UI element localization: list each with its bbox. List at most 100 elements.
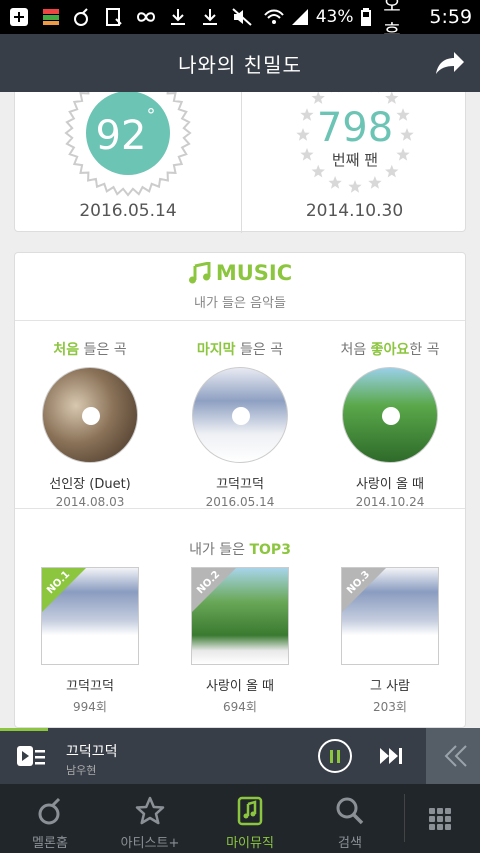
download-icon [167,6,189,28]
nav-label: 아티스트+ [120,836,180,851]
label-prefix: 처음 [340,342,371,358]
my-music-icon [237,796,263,826]
song-date: 2016.05.14 [205,495,275,509]
album-cover[interactable]: NO.1 [41,567,139,665]
first-listened[interactable]: 처음 들은 곡 선인장 (Duet) 2014.08.03 [15,339,165,509]
nav-label: 마이뮤직 [226,836,274,851]
fan-number: 798 [317,105,393,151]
battery-icon [360,8,371,26]
signal-icon [292,9,309,25]
first-liked[interactable]: 처음 좋아요한 곡 사랑이 올 때 2014.10.24 [315,339,465,509]
menu-button[interactable] [405,784,475,853]
song-date: 2014.08.03 [55,495,125,509]
top3-heading: 내가 들은 TOP3 [189,542,291,558]
clock: 5:59 [429,6,473,28]
last-listened[interactable]: 마지막 들은 곡 끄덕끄덕 2016.05.14 [165,339,315,509]
collapse-button[interactable] [426,728,480,784]
nav-search[interactable]: 검색 [300,784,400,853]
bottom-nav: 멜론홈 아티스트+ 마이뮤직 검색 [0,784,480,853]
song-title: 끄덕끄덕 [216,477,264,492]
song-title: 끄덕끄덕 [66,679,114,694]
battery-percent: 43% [315,7,354,27]
melon-icon [72,6,94,28]
label-rest: 들은 곡 [235,342,284,358]
fan-date: 2014.10.30 [305,201,404,221]
melon-home-icon [38,797,61,825]
song-title: 선인장 (Duet) [49,477,131,492]
grid-menu-icon [429,808,451,830]
progress-bar[interactable] [0,728,48,731]
star-icon [300,147,314,161]
fan-number-panel: 798 번째 팬 2014.10.30 [241,92,467,233]
nav-label: 멜론홈 [32,836,68,851]
mute-icon [231,6,253,28]
label-highlight: 마지막 [196,342,236,358]
now-playing-title[interactable]: 끄덕끄덕 [66,741,118,761]
next-track-icon[interactable] [378,746,404,766]
music-subtitle: 내가 들은 음악들 [194,296,286,311]
search-icon [336,797,364,825]
star-icon [311,164,325,178]
page-title: 나와의 친밀도 [178,52,302,77]
share-icon[interactable] [432,48,466,78]
status-bar: 43% 오후 5:59 [0,0,480,43]
add-icon [8,6,30,28]
album-disc[interactable] [42,367,138,463]
first-last-row: 처음 들은 곡 선인장 (Duet) 2014.08.03 마지막 들은 곡 끄… [15,339,465,509]
play-count: 694회 [223,700,257,714]
star-icon [296,128,310,141]
intimacy-score: 92 [96,113,147,159]
nav-artist-plus[interactable]: 아티스트+ [100,784,200,853]
label-highlight: 처음 [53,342,80,358]
download-icon [199,6,221,28]
star-icon [311,92,325,104]
app-icon [40,6,62,28]
top3-item-1[interactable]: NO.1 끄덕끄덕 994회 [15,567,165,715]
intimacy-score-date: 2016.05.14 [79,201,177,221]
pause-button[interactable] [318,739,352,773]
album-cover[interactable]: NO.3 [341,567,439,665]
intimacy-card: 92 ° 2016.05.14 798 번째 팬 2014.10.30 [14,92,467,233]
song-title: 사랑이 올 때 [355,477,425,492]
top3-item-2[interactable]: NO.2 사랑이 올 때 694회 [165,567,315,715]
album-disc[interactable] [342,367,438,463]
play-count: 994회 [73,700,107,714]
star-icon [400,128,414,141]
song-date: 2014.10.24 [355,495,425,509]
star-icon [328,176,342,189]
label-rest: 들은 곡 [79,342,127,358]
title-bar: 나와의 친밀도 [0,34,480,92]
music-card: MUSIC 내가 들은 음악들 처음 들은 곡 선인장 (Duet) 2014.… [14,252,466,728]
top3-item-3[interactable]: NO.3 그 사람 203회 [315,567,465,715]
fan-badge: 798 번째 팬 [296,92,414,193]
nav-my-music[interactable]: 마이뮤직 [200,784,300,853]
song-title: 그 사람 [369,679,410,694]
label-rest: 한 곡 [409,342,440,358]
content-area[interactable]: 92 ° 2016.05.14 798 번째 팬 2014.10.30 MUSI… [0,92,480,728]
nav-melon-home[interactable]: 멜론홈 [0,784,100,853]
music-note-icon [188,262,211,284]
playlist-icon[interactable] [16,744,46,770]
infinity-icon [135,6,157,28]
nav-label: 검색 [338,836,362,851]
album-disc[interactable] [192,367,288,463]
music-title: MUSIC [215,261,293,285]
song-title: 사랑이 올 때 [205,679,275,694]
star-icon [396,147,410,161]
album-cover[interactable]: NO.2 [191,567,289,665]
label-highlight: 좋아요 [370,342,410,358]
star-icon [300,108,314,121]
star-icon [331,92,340,93]
star-icon [385,92,399,104]
play-count: 203회 [373,700,407,714]
wifi-icon [263,9,284,24]
mini-player[interactable]: 끄덕끄덕 남우현 [0,728,480,784]
score-badge: 92 ° [64,92,192,197]
star-icon [385,164,399,178]
download-file-icon [103,6,125,28]
intimacy-score-unit: ° [147,105,156,126]
star-icon [135,796,165,825]
star-icon [368,176,382,189]
star-icon [370,92,379,93]
now-playing-artist[interactable]: 남우현 [66,762,96,778]
